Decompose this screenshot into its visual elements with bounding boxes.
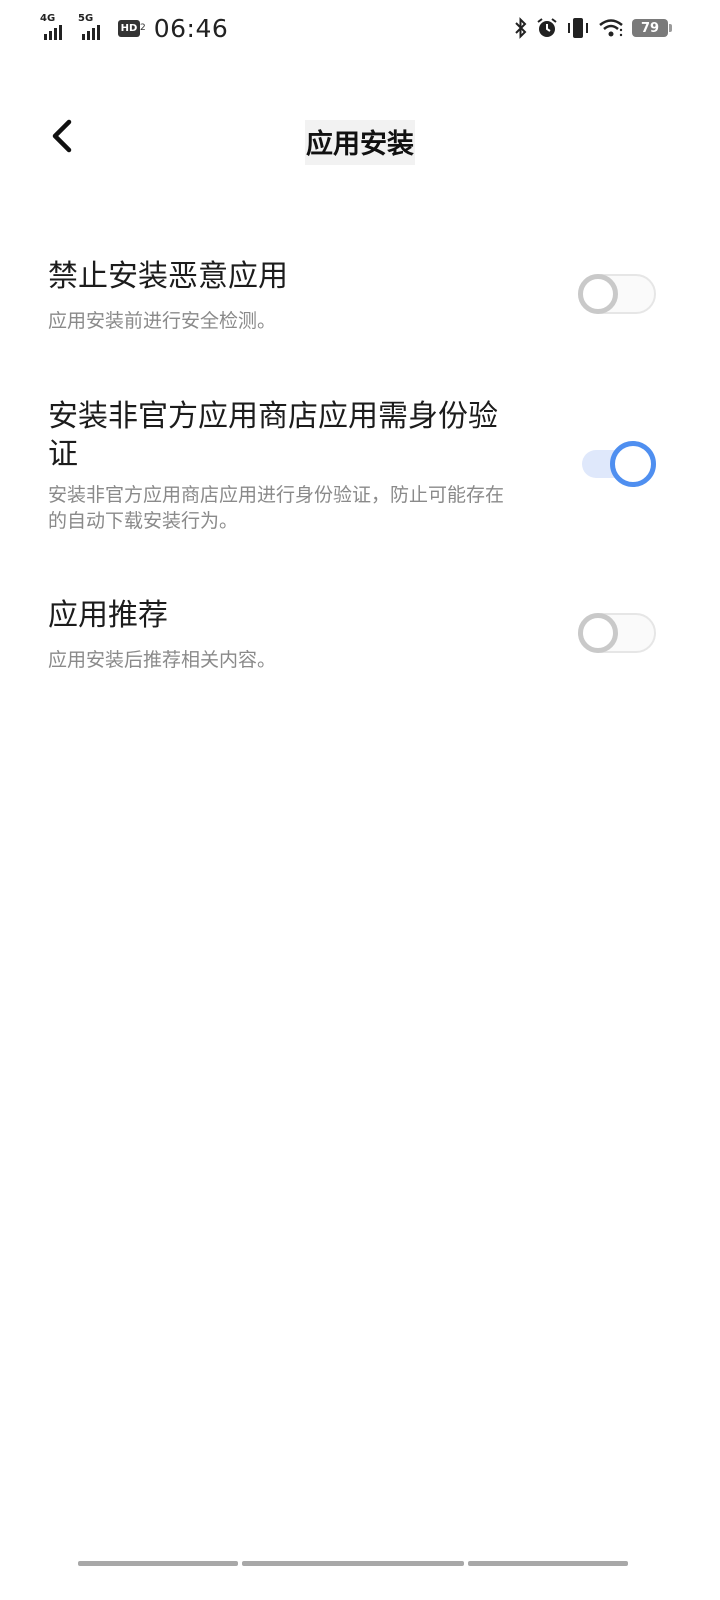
hd-voice-icon: HD: [118, 19, 140, 37]
status-time: 06:46: [153, 13, 229, 43]
page-title: 应用安装: [0, 120, 720, 165]
signal-5g-label: 5G: [78, 13, 94, 24]
home-indicator[interactable]: [78, 1561, 628, 1566]
setting-title: 应用推荐: [48, 598, 168, 633]
bluetooth-icon: [514, 17, 528, 39]
toggle-knob: [578, 613, 618, 653]
setting-block-identity-verification[interactable]: 安装非官方应用商店应用需身份验证 安装非官方应用商店应用进行身份验证，防止可能存…: [0, 398, 720, 538]
app-header: 应用安装: [0, 100, 720, 180]
hd-voice-sub-label: 2: [140, 22, 146, 33]
toggle-switch[interactable]: [578, 441, 656, 487]
cellular-signal-5g-icon: 5G: [78, 14, 110, 42]
setting-block-malicious-apps[interactable]: 禁止安装恶意应用 应用安装前进行安全检测。: [0, 258, 720, 348]
vibrate-icon: [566, 17, 590, 39]
setting-description: 应用安装后推荐相关内容。: [48, 649, 277, 671]
setting-title: 禁止安装恶意应用: [48, 259, 288, 294]
setting-description: 应用安装前进行安全检测。: [48, 310, 277, 332]
signal-4g-label: 4G: [40, 13, 56, 24]
toggle-switch[interactable]: [578, 613, 656, 653]
status-bar: 4G 5G HD 2 06:46 79: [0, 0, 720, 56]
setting-block-app-recommendations[interactable]: 应用推荐 应用安装后推荐相关内容。: [0, 597, 720, 687]
setting-description: 安装非官方应用商店应用进行身份验证，防止可能存在的自动下载安装行为。: [48, 484, 505, 532]
status-bar-right: 79: [514, 14, 672, 42]
wifi-icon: [598, 17, 624, 39]
battery-icon: 79: [632, 19, 672, 37]
cellular-signal-4g-icon: 4G: [40, 14, 72, 42]
status-bar-left: 4G 5G HD 2 06:46: [40, 12, 228, 44]
page-title-text: 应用安装: [305, 120, 415, 165]
toggle-knob: [578, 274, 618, 314]
toggle-knob: [610, 441, 656, 487]
setting-title: 安装非官方应用商店应用需身份验证: [48, 399, 498, 472]
alarm-icon: [536, 17, 558, 39]
toggle-switch[interactable]: [578, 274, 656, 314]
